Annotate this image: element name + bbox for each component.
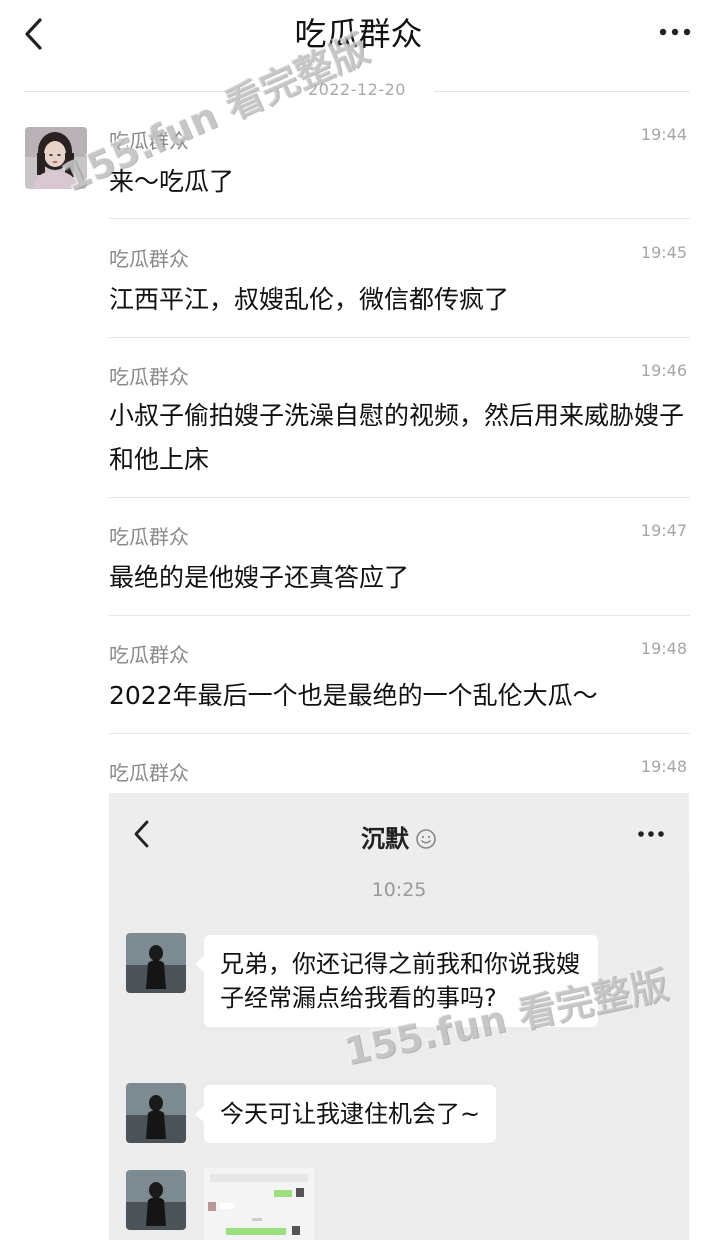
chat-bubble: 今天可让我逮住机会了~ xyxy=(194,1085,497,1143)
embedded-chat-screenshot[interactable]: 沉默 10:25 兄弟，你还记得之前我和你说我嫂子经常漏点给我看的事吗? 今天可… xyxy=(109,793,689,1240)
sender-name: 吃瓜群众 xyxy=(109,643,189,667)
more-dots-icon xyxy=(638,831,664,837)
embedded-chat-time: 10:25 xyxy=(371,879,427,901)
message-text: 最绝的是他嫂子还真答应了 xyxy=(109,563,410,592)
message-item: 吃瓜群众 19:45 江西平江，叔嫂乱伦，微信都传疯了 xyxy=(109,243,689,323)
smiley-icon xyxy=(416,829,436,849)
chat-title: 吃瓜群众 xyxy=(294,15,423,53)
message-item: 吃瓜群众 19:48 2022年最后一个也是最绝的一个乱伦大瓜～ xyxy=(109,639,689,719)
embedded-chat-header: 沉默 xyxy=(109,793,689,871)
sender-name: 吃瓜群众 xyxy=(109,247,189,271)
message-item: 吃瓜群众 19:47 最绝的是他嫂子还真答应了 xyxy=(109,521,689,601)
date-divider: 2022-12-20 xyxy=(24,78,690,104)
sender-avatar[interactable] xyxy=(25,127,87,189)
date-text: 2022-12-20 xyxy=(308,80,406,99)
message-separator xyxy=(109,615,690,616)
more-dots-icon[interactable] xyxy=(655,22,695,42)
message-separator xyxy=(109,337,690,338)
contact-avatar xyxy=(126,1170,186,1230)
message-text: 江西平江，叔嫂乱伦，微信都传疯了 xyxy=(109,285,510,314)
contact-avatar xyxy=(126,933,186,993)
contact-avatar xyxy=(126,1083,186,1143)
sender-name: 吃瓜群众 xyxy=(109,761,189,785)
message-separator xyxy=(109,218,690,219)
message-time: 19:48 xyxy=(640,639,687,658)
embedded-chat-title: 沉默 xyxy=(109,819,689,854)
message-time: 19:44 xyxy=(640,125,687,144)
message-separator xyxy=(109,497,690,498)
embedded-chat-title-text: 沉默 xyxy=(361,825,409,853)
chat-header: 吃瓜群众 xyxy=(0,0,717,70)
message-text: 来～吃瓜了 xyxy=(109,167,235,196)
message-text: 2022年最后一个也是最绝的一个乱伦大瓜～ xyxy=(109,681,598,710)
message-time: 19:45 xyxy=(640,243,687,262)
message-item: 吃瓜群众 19:48 xyxy=(109,757,689,787)
sender-name: 吃瓜群众 xyxy=(109,365,189,389)
divider-line xyxy=(434,91,690,92)
message-time: 19:48 xyxy=(640,757,687,776)
message-text: 小叔子偷拍嫂子洗澡自慰的视频，然后用来威胁嫂子和他上床 xyxy=(109,401,685,474)
message-time: 19:47 xyxy=(640,521,687,540)
message-separator xyxy=(109,733,690,734)
sender-name: 吃瓜群众 xyxy=(109,525,189,549)
chat-bubble: 兄弟，你还记得之前我和你说我嫂子经常漏点给我看的事吗? xyxy=(195,935,598,1027)
message-item: 吃瓜群众 19:46 小叔子偷拍嫂子洗澡自慰的视频，然后用来威胁嫂子和他上床 xyxy=(109,361,689,481)
message-time: 19:46 xyxy=(640,361,687,380)
message-item: 吃瓜群众 19:44 来～吃瓜了 xyxy=(109,125,689,205)
sender-name: 吃瓜群众 xyxy=(109,129,189,153)
chat-image-thumbnail xyxy=(204,1168,314,1240)
